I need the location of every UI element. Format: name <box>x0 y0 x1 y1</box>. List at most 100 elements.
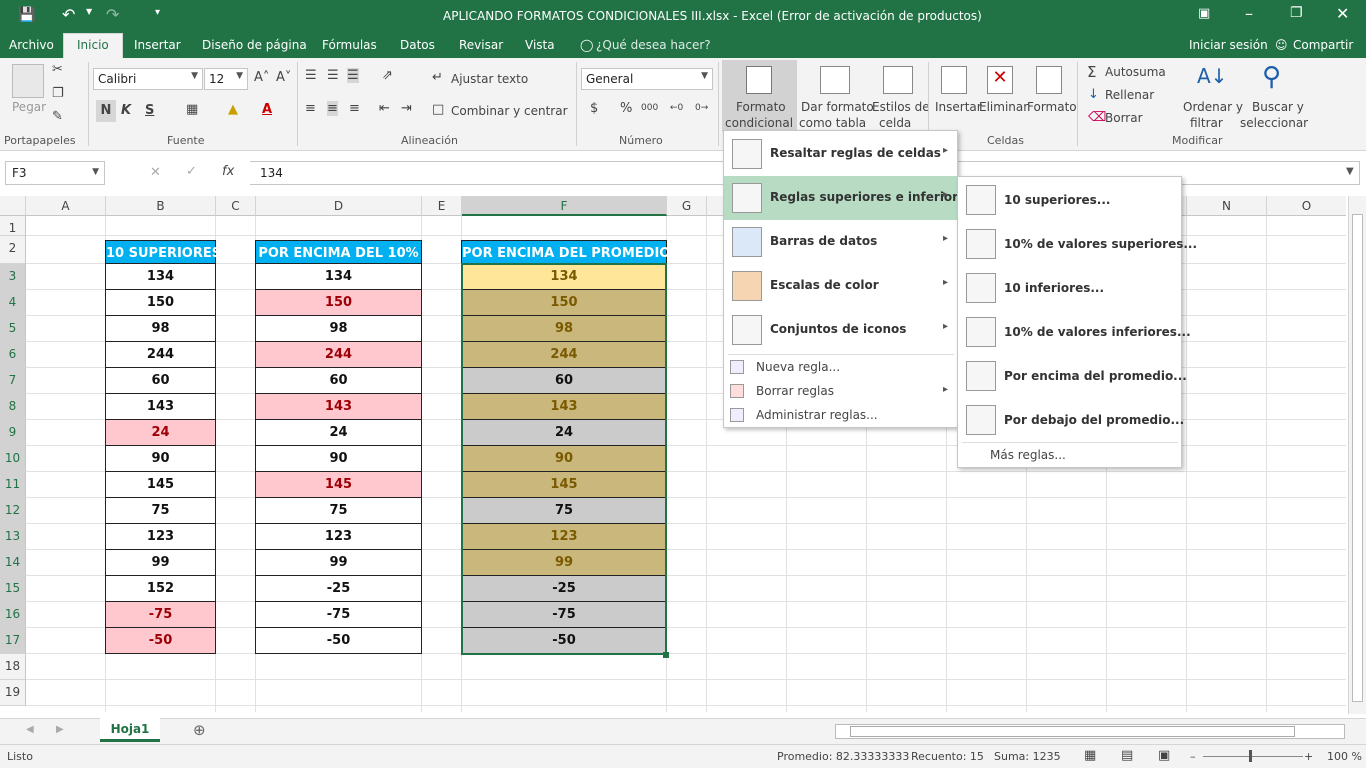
italic-button[interactable]: K <box>121 103 131 118</box>
header-cell-top10[interactable]: 10 SUPERIORES <box>105 240 221 265</box>
signin-link[interactable]: Iniciar sesión <box>1189 38 1268 52</box>
find-select-button[interactable]: Buscar y <box>1252 100 1304 114</box>
cell-d[interactable]: 143 <box>255 393 422 420</box>
align-left-icon[interactable]: ≡ <box>305 101 316 116</box>
grow-font-icon[interactable]: A˄ <box>254 70 269 85</box>
cell-d[interactable]: 98 <box>255 315 422 342</box>
save-icon[interactable]: 💾 <box>18 7 35 23</box>
cell-f[interactable]: 24 <box>461 419 667 446</box>
sheet-tab-hoja1[interactable]: Hoja1 <box>100 718 160 742</box>
autosum-button[interactable]: Autosuma <box>1105 65 1166 79</box>
increase-decimal-icon[interactable]: ←0 <box>670 103 683 113</box>
percent-icon[interactable]: % <box>620 101 632 116</box>
increase-indent-icon[interactable]: ⇥ <box>401 101 412 116</box>
cell-d[interactable]: -25 <box>255 575 422 602</box>
menu-clear-rules[interactable]: Borrar reglas ▸ <box>724 380 957 404</box>
column-header[interactable]: A <box>26 196 106 216</box>
format-as-table-button[interactable]: Dar formato <box>801 100 874 114</box>
cell-b[interactable]: 143 <box>105 393 216 420</box>
cancel-icon[interactable]: ✕ <box>150 165 161 180</box>
select-all-corner[interactable] <box>0 196 26 216</box>
insert-cells-button[interactable]: Insertar <box>935 100 982 114</box>
menu-new-rule[interactable]: Nueva regla... <box>724 356 957 380</box>
cell-b[interactable]: 99 <box>105 549 216 576</box>
cell-b[interactable]: 90 <box>105 445 216 472</box>
menu-highlight-rules[interactable]: Resaltar reglas de celdas ▸ <box>724 132 957 176</box>
horizontal-scroll-thumb[interactable] <box>850 726 1295 737</box>
menu-manage-rules[interactable]: Administrar reglas... <box>724 404 957 428</box>
menu-icon-sets[interactable]: Conjuntos de iconos ▸ <box>724 308 957 352</box>
menu-top-10-percent[interactable]: 10% de valores superiores... <box>958 222 1197 266</box>
cell-d[interactable]: 60 <box>255 367 422 394</box>
align-right-icon[interactable]: ≡ <box>349 101 360 116</box>
cell-b[interactable]: 150 <box>105 289 216 316</box>
ribbon-display-icon[interactable]: ▣ <box>1198 6 1210 21</box>
column-header[interactable]: G <box>667 196 707 216</box>
zoom-slider-thumb[interactable] <box>1249 750 1252 762</box>
normal-view-icon[interactable]: ▦ <box>1084 748 1096 763</box>
cell-b[interactable]: 152 <box>105 575 216 602</box>
zoom-out-icon[interactable]: – <box>1190 750 1196 763</box>
format-cells-icon[interactable] <box>1036 66 1062 94</box>
cell-f[interactable]: 75 <box>461 497 667 524</box>
cell-d[interactable]: 145 <box>255 471 422 498</box>
column-header[interactable]: N <box>1187 196 1267 216</box>
vertical-scroll-thumb[interactable] <box>1352 214 1363 702</box>
format-as-table-icon[interactable] <box>820 66 850 94</box>
number-format-combo[interactable]: General ▼ <box>581 68 713 90</box>
cell-f[interactable]: 90 <box>461 445 667 472</box>
thousands-icon[interactable]: 000 <box>641 103 658 113</box>
cell-b[interactable]: 123 <box>105 523 216 550</box>
cell-b[interactable]: 60 <box>105 367 216 394</box>
add-sheet-icon[interactable]: ⊕ <box>193 721 206 739</box>
sort-filter-button[interactable]: Ordenar y <box>1183 100 1243 114</box>
close-icon[interactable]: ✕ <box>1336 4 1349 23</box>
zoom-in-icon[interactable]: + <box>1304 750 1313 763</box>
share-button[interactable]: Compartir <box>1293 38 1353 52</box>
cell-f[interactable]: 143 <box>461 393 667 420</box>
cell-f[interactable]: 244 <box>461 341 667 368</box>
cell-d[interactable]: 99 <box>255 549 422 576</box>
zoom-level[interactable]: 100 % <box>1327 750 1362 763</box>
menu-more-rules[interactable]: Más reglas... <box>990 448 1066 462</box>
row-header[interactable]: 2 <box>0 236 26 264</box>
font-size-combo[interactable]: 12 ▼ <box>204 68 248 90</box>
fill-handle[interactable] <box>663 652 669 658</box>
font-name-combo[interactable]: Calibri ▼ <box>93 68 203 90</box>
zoom-slider[interactable] <box>1203 756 1303 757</box>
vertical-scrollbar[interactable] <box>1348 196 1366 714</box>
tab-revisar[interactable]: Revisar <box>459 38 503 52</box>
cell-b[interactable]: 145 <box>105 471 216 498</box>
copy-icon[interactable]: ❐ <box>52 86 64 101</box>
tab-vista[interactable]: Vista <box>525 38 555 52</box>
search-icon[interactable]: ⚲ <box>1262 62 1281 92</box>
row-header[interactable]: 3 <box>0 264 26 290</box>
row-header[interactable]: 18 <box>0 654 26 680</box>
paste-button[interactable]: Pegar <box>12 100 46 114</box>
tab-diseno[interactable]: Diseño de página <box>202 38 307 52</box>
cell-f[interactable]: 98 <box>461 315 667 342</box>
redo-icon[interactable]: ↷ <box>106 5 119 24</box>
cell-f[interactable]: 123 <box>461 523 667 550</box>
expand-formula-icon[interactable]: ▼ <box>1346 166 1354 177</box>
merge-center-button[interactable]: Combinar y centrar <box>451 104 568 118</box>
cell-f[interactable]: -25 <box>461 575 667 602</box>
align-top-icon[interactable]: ☰ <box>305 68 317 83</box>
cell-styles-button[interactable]: Estilos de <box>872 100 930 114</box>
row-header[interactable]: 6 <box>0 342 26 368</box>
row-header[interactable]: 8 <box>0 394 26 420</box>
row-header[interactable]: 9 <box>0 420 26 446</box>
undo-icon[interactable]: ↶ <box>62 5 75 24</box>
cell-d[interactable]: -75 <box>255 601 422 628</box>
borders-icon[interactable]: ▦ <box>186 102 198 117</box>
page-break-icon[interactable]: ▣ <box>1158 748 1170 763</box>
row-header[interactable]: 19 <box>0 680 26 706</box>
column-header[interactable]: C <box>216 196 256 216</box>
column-header[interactable]: D <box>256 196 422 216</box>
shrink-font-icon[interactable]: A˅ <box>276 70 291 85</box>
cell-d[interactable]: 244 <box>255 341 422 368</box>
cell-b[interactable]: 98 <box>105 315 216 342</box>
wrap-text-button[interactable]: Ajustar texto <box>451 72 528 86</box>
tab-insertar[interactable]: Insertar <box>134 38 181 52</box>
row-header[interactable]: 16 <box>0 602 26 628</box>
